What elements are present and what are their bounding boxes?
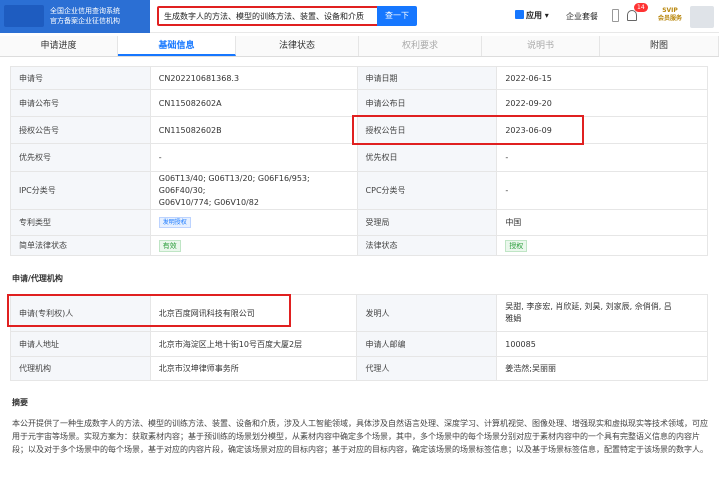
- notification-badge: 14: [634, 3, 648, 12]
- top-bar: 全国企业信用查询系统 官方备案企业征信机构 生成数字人的方法、模型的训练方法、装…: [0, 0, 719, 33]
- application-date-value: 2022-06-15: [496, 66, 708, 90]
- legal-status-cell: 授权: [496, 235, 708, 256]
- grant-number-value: CN115082602B: [149, 116, 358, 144]
- table-row: 优先权号 - 优先权日 -: [10, 143, 708, 172]
- legal-status-tag: 授权: [505, 239, 528, 252]
- applicant-label: 申请(专利权)人: [10, 294, 151, 332]
- ipc-value: G06T13/40; G06T13/20; G06F16/953; G06F40…: [149, 171, 358, 210]
- table-row: 申请号 CN202210681368.3 申请日期 2022-06-15: [10, 66, 708, 90]
- application-number-value: CN202210681368.3: [149, 66, 358, 90]
- table-row: 申请(专利权)人 北京百度网讯科技有限公司 发明人 吴甜, 李彦宏, 肖欣延, …: [10, 294, 708, 332]
- brand-line-2: 官方备案企业征信机构: [50, 17, 120, 25]
- application-date-label: 申请日期: [356, 66, 498, 90]
- tab-claims[interactable]: 权利要求: [359, 36, 482, 56]
- brand-logo[interactable]: 全国企业信用查询系统 官方备案企业征信机构: [0, 0, 150, 33]
- enterprise-suite-link[interactable]: 企业套餐: [566, 11, 598, 22]
- cpc-value: -: [496, 171, 708, 210]
- priority-number-label: 优先权号: [10, 143, 151, 172]
- applicant-link[interactable]: 北京百度网讯科技有限公司: [149, 294, 358, 332]
- bell-icon[interactable]: [627, 10, 637, 21]
- agency-section-title: 申请/代理机构: [12, 274, 63, 283]
- publication-date-value: 2022-09-20: [496, 89, 708, 117]
- avatar[interactable]: [690, 6, 714, 28]
- patent-type-tag: 发明授权: [158, 217, 191, 228]
- table-row: 代理机构 北京市汉坤律师事务所 代理人 姜浩然;吴丽丽: [10, 356, 708, 381]
- legal-status-label: 法律状态: [356, 235, 498, 256]
- grant-date-value: 2023-06-09: [496, 116, 708, 144]
- tab-legal-status[interactable]: 法律状态: [236, 36, 359, 56]
- simple-legal-status-label: 简单法律状态: [10, 235, 151, 256]
- abstract-text: 本公开提供了一种生成数字人的方法、模型的训练方法、装置、设备和介质，涉及人工智能…: [12, 419, 708, 454]
- svip-button[interactable]: SVIP 会员服务: [655, 7, 685, 23]
- grant-number-label: 授权公告号: [10, 116, 151, 144]
- basic-info-table: 申请号 CN202210681368.3 申请日期 2022-06-15 申请公…: [10, 66, 708, 256]
- agent-value: 姜浩然;吴丽丽: [496, 356, 708, 381]
- table-row: IPC分类号 G06T13/40; G06T13/20; G06F16/953;…: [10, 171, 708, 210]
- search-input[interactable]: 生成数字人的方法、模型的训练方法、装置、设备和介质: [157, 6, 379, 26]
- receiving-office-label: 受理局: [356, 209, 498, 236]
- priority-date-value: -: [496, 143, 708, 172]
- agency-link[interactable]: 北京市汉坤律师事务所: [149, 356, 358, 381]
- table-row: 简单法律状态 有效 法律状态 授权: [10, 235, 708, 256]
- applicant-zip-label: 申请人邮编: [356, 331, 498, 357]
- phone-icon[interactable]: [612, 9, 619, 22]
- patent-type-cell: 发明授权: [149, 209, 358, 236]
- receiving-office-value: 中国: [496, 209, 708, 236]
- simple-legal-status-cell: 有效: [149, 235, 358, 256]
- brand-line-1: 全国企业信用查询系统: [50, 7, 120, 15]
- inventor-value-line-2: 雅娟: [505, 314, 522, 323]
- applicant-address-label: 申请人地址: [10, 331, 151, 357]
- tab-application-progress[interactable]: 申请进度: [0, 36, 118, 56]
- ipc-value-line-1: G06T13/40; G06T13/20; G06F16/953; G06F40…: [158, 173, 310, 195]
- apps-menu[interactable]: 应用 ▾: [515, 10, 549, 21]
- publication-date-label: 申请公布日: [356, 89, 498, 117]
- brand-mark-icon: [4, 5, 44, 27]
- publication-number-label: 申请公布号: [10, 89, 151, 117]
- publication-number-value: CN115082602A: [149, 89, 358, 117]
- grant-date-label: 授权公告日: [356, 116, 498, 144]
- table-row: 专利类型 发明授权 受理局 中国: [10, 209, 708, 236]
- table-row: 申请公布号 CN115082602A 申请公布日 2022-09-20: [10, 89, 708, 117]
- agent-label: 代理人: [356, 356, 498, 381]
- agency-label: 代理机构: [10, 356, 151, 381]
- cpc-label: CPC分类号: [356, 171, 498, 210]
- simple-legal-status-tag: 有效: [158, 239, 181, 252]
- application-number-label: 申请号: [10, 66, 151, 90]
- tab-drawings[interactable]: 附图: [600, 36, 719, 56]
- inventor-value-line-1: 吴甜, 李彦宏, 肖欣延, 刘昊, 刘家辰, 佘俏俏, 吕: [505, 302, 672, 311]
- search-button[interactable]: 查一下: [377, 6, 417, 26]
- apps-label: 应用: [526, 11, 542, 20]
- priority-date-label: 优先权日: [356, 143, 498, 172]
- table-row: 申请人地址 北京市海淀区上地十街10号百度大厦2层 申请人邮编 100085: [10, 331, 708, 357]
- tab-bar: 申请进度 基础信息 法律状态 权利要求 说明书 附图: [0, 36, 719, 57]
- tab-description[interactable]: 说明书: [482, 36, 600, 56]
- applicant-zip-value: 100085: [496, 331, 708, 357]
- svip-label: SVIP: [662, 7, 678, 14]
- agency-table: 申请(专利权)人 北京百度网讯科技有限公司 发明人 吴甜, 李彦宏, 肖欣延, …: [10, 294, 708, 381]
- apps-icon: [515, 10, 524, 19]
- priority-number-value: -: [149, 143, 358, 172]
- abstract-title: 摘要: [12, 398, 28, 407]
- ipc-value-line-2: G06V10/774; G06V10/82: [158, 197, 259, 207]
- patent-type-label: 专利类型: [10, 209, 151, 236]
- ipc-label: IPC分类号: [10, 171, 151, 210]
- table-row: 授权公告号 CN115082602B 授权公告日 2023-06-09: [10, 116, 708, 144]
- inventor-value: 吴甜, 李彦宏, 肖欣延, 刘昊, 刘家辰, 佘俏俏, 吕 雅娟: [496, 294, 708, 332]
- svip-sublabel: 会员服务: [657, 15, 682, 22]
- applicant-address-value: 北京市海淀区上地十街10号百度大厦2层: [149, 331, 358, 357]
- inventor-label: 发明人: [356, 294, 498, 332]
- tab-basic-info[interactable]: 基础信息: [118, 36, 236, 56]
